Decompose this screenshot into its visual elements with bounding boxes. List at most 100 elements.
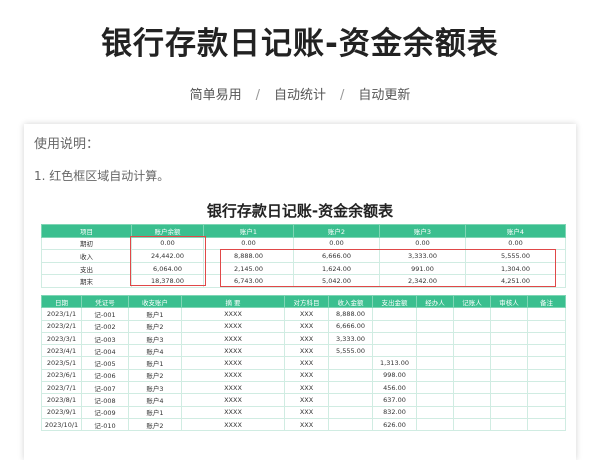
detail-cell[interactable] <box>527 393 566 407</box>
summary-cell[interactable]: 0.00 <box>293 236 380 251</box>
detail-header-cell[interactable]: 对方科目 <box>284 294 329 309</box>
detail-cell[interactable]: XXX <box>284 356 329 370</box>
detail-cell[interactable]: 637.00 <box>372 393 417 407</box>
detail-cell[interactable] <box>328 381 373 395</box>
detail-cell[interactable]: XXXX <box>181 344 285 358</box>
detail-cell[interactable] <box>416 405 454 419</box>
detail-header-cell[interactable]: 支出金额 <box>372 294 417 309</box>
detail-cell[interactable] <box>416 393 454 407</box>
summary-cell[interactable]: 期末 <box>41 274 132 288</box>
summary-cell[interactable]: 8,888.00 <box>203 249 294 263</box>
detail-cell[interactable] <box>416 344 454 358</box>
detail-cell[interactable]: XXXX <box>181 381 285 395</box>
detail-cell[interactable] <box>527 368 566 383</box>
detail-cell[interactable]: XXX <box>284 368 329 383</box>
detail-header-cell[interactable]: 收支账户 <box>128 294 182 309</box>
detail-cell[interactable] <box>453 381 491 395</box>
summary-cell[interactable]: 18,378.00 <box>131 274 204 288</box>
detail-cell[interactable]: 记-005 <box>81 356 129 370</box>
detail-cell[interactable] <box>453 356 491 370</box>
detail-cell[interactable] <box>328 368 373 383</box>
detail-header-cell[interactable]: 记账人 <box>453 294 491 309</box>
detail-cell[interactable] <box>453 307 491 321</box>
summary-cell[interactable]: 24,442.00 <box>131 249 204 263</box>
detail-cell[interactable] <box>453 331 491 346</box>
detail-cell[interactable] <box>490 319 528 333</box>
detail-cell[interactable]: 5,555.00 <box>328 344 373 358</box>
detail-cell[interactable] <box>416 368 454 383</box>
summary-cell[interactable]: 期初 <box>41 236 132 251</box>
detail-cell[interactable] <box>490 356 528 370</box>
detail-cell[interactable] <box>490 331 528 346</box>
detail-cell[interactable] <box>453 368 491 383</box>
detail-cell[interactable]: XXXX <box>181 356 285 370</box>
detail-cell[interactable]: 账户1 <box>128 405 182 419</box>
detail-cell[interactable]: 2023/10/1 <box>41 417 82 432</box>
detail-cell[interactable]: 456.00 <box>372 381 417 395</box>
detail-cell[interactable] <box>372 307 417 321</box>
detail-cell[interactable] <box>527 405 566 419</box>
detail-header-cell[interactable]: 摘 要 <box>181 294 285 309</box>
detail-cell[interactable]: 账户3 <box>128 381 182 395</box>
detail-cell[interactable] <box>527 307 566 321</box>
detail-cell[interactable]: XXX <box>284 319 329 333</box>
summary-header-cell[interactable]: 账户1 <box>203 224 294 238</box>
detail-cell[interactable] <box>527 344 566 358</box>
summary-cell[interactable]: 991.00 <box>379 261 466 276</box>
detail-cell[interactable] <box>490 417 528 432</box>
summary-cell[interactable]: 6,064.00 <box>131 261 204 276</box>
detail-cell[interactable]: XXXX <box>181 307 285 321</box>
detail-cell[interactable]: XXX <box>284 417 329 432</box>
detail-header-cell[interactable]: 日期 <box>41 294 82 309</box>
detail-cell[interactable] <box>490 368 528 383</box>
detail-cell[interactable] <box>328 393 373 407</box>
detail-cell[interactable] <box>490 344 528 358</box>
summary-cell[interactable]: 2,342.00 <box>379 274 466 288</box>
detail-cell[interactable]: XXX <box>284 331 329 346</box>
detail-cell[interactable] <box>372 344 417 358</box>
detail-cell[interactable]: 记-010 <box>81 417 129 432</box>
summary-cell[interactable]: 0.00 <box>379 236 466 251</box>
detail-header-cell[interactable]: 经办人 <box>416 294 454 309</box>
detail-cell[interactable]: 8,888.00 <box>328 307 373 321</box>
detail-cell[interactable] <box>527 356 566 370</box>
detail-header-cell[interactable]: 凭证号 <box>81 294 129 309</box>
summary-cell[interactable]: 5,555.00 <box>465 249 566 263</box>
summary-cell[interactable]: 1,304.00 <box>465 261 566 276</box>
detail-cell[interactable] <box>416 331 454 346</box>
detail-cell[interactable] <box>416 319 454 333</box>
summary-header-cell[interactable]: 账户4 <box>465 224 566 238</box>
detail-cell[interactable]: 记-007 <box>81 381 129 395</box>
detail-cell[interactable] <box>453 393 491 407</box>
detail-cell[interactable] <box>328 405 373 419</box>
summary-cell[interactable]: 2,145.00 <box>203 261 294 276</box>
summary-cell[interactable]: 3,333.00 <box>379 249 466 263</box>
summary-header-cell[interactable]: 账户余额 <box>131 224 204 238</box>
detail-cell[interactable] <box>416 356 454 370</box>
summary-cell[interactable]: 支出 <box>41 261 132 276</box>
detail-cell[interactable] <box>328 417 373 432</box>
detail-cell[interactable] <box>453 344 491 358</box>
detail-cell[interactable]: 832.00 <box>372 405 417 419</box>
detail-cell[interactable] <box>453 417 491 432</box>
detail-cell[interactable] <box>490 393 528 407</box>
detail-cell[interactable]: 2023/3/1 <box>41 331 82 346</box>
detail-cell[interactable] <box>453 319 491 333</box>
detail-cell[interactable]: 2023/1/1 <box>41 307 82 321</box>
detail-cell[interactable] <box>527 417 566 432</box>
summary-cell[interactable]: 0.00 <box>203 236 294 251</box>
detail-cell[interactable]: XXX <box>284 381 329 395</box>
detail-cell[interactable]: 记-003 <box>81 331 129 346</box>
detail-cell[interactable]: XXXX <box>181 405 285 419</box>
summary-cell[interactable]: 0.00 <box>465 236 566 251</box>
detail-cell[interactable]: 账户3 <box>128 331 182 346</box>
summary-cell[interactable]: 6,666.00 <box>293 249 380 263</box>
detail-cell[interactable]: 账户4 <box>128 393 182 407</box>
detail-cell[interactable]: 账户1 <box>128 356 182 370</box>
detail-cell[interactable]: XXXX <box>181 368 285 383</box>
detail-cell[interactable] <box>372 331 417 346</box>
summary-cell[interactable]: 6,743.00 <box>203 274 294 288</box>
detail-cell[interactable] <box>490 381 528 395</box>
detail-header-cell[interactable]: 审核人 <box>490 294 528 309</box>
detail-cell[interactable]: XXX <box>284 307 329 321</box>
